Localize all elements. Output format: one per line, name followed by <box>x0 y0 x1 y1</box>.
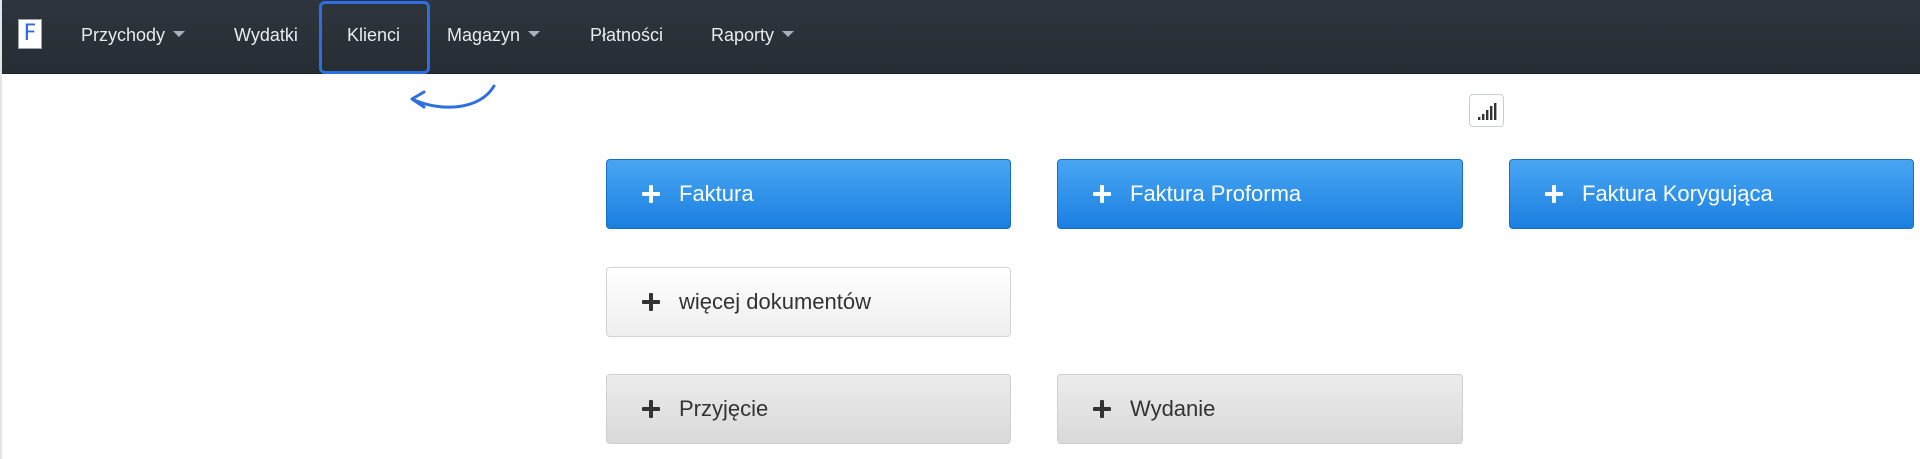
new-correction-invoice-label: Faktura Korygująca <box>1582 181 1773 206</box>
plus-icon <box>1093 185 1111 203</box>
highlight-box <box>319 1 430 74</box>
nav-magazyn[interactable]: Magazyn <box>447 0 541 74</box>
curved-arrow-icon <box>410 84 496 109</box>
more-documents-button[interactable]: więcej dokumentów <box>606 267 1011 337</box>
nav-wydatki-label: Wydatki <box>234 25 298 45</box>
new-issue-button[interactable]: Wydanie <box>1057 374 1463 444</box>
new-invoice-label: Faktura <box>679 181 754 206</box>
new-correction-invoice-button[interactable]: Faktura Korygująca <box>1509 159 1914 229</box>
nav-magazyn-label: Magazyn <box>447 25 521 45</box>
plus-icon <box>642 400 660 418</box>
new-proforma-button[interactable]: Faktura Proforma <box>1057 159 1463 229</box>
bar-chart-icon <box>1478 103 1497 120</box>
new-receipt-label: Przyjęcie <box>679 396 769 421</box>
new-invoice-button[interactable]: Faktura <box>606 159 1011 229</box>
new-proforma-label: Faktura Proforma <box>1130 181 1302 206</box>
top-navbar: F Przychody Wydatki Klienci Magazyn Płat… <box>2 0 1920 74</box>
nav-przychody[interactable]: Przychody <box>81 0 186 74</box>
new-receipt-button[interactable]: Przyjęcie <box>606 374 1011 444</box>
chevron-down-icon <box>173 31 186 38</box>
new-issue-label: Wydanie <box>1130 396 1216 421</box>
nav-raporty[interactable]: Raporty <box>711 0 795 74</box>
nav-wydatki[interactable]: Wydatki <box>234 0 298 74</box>
nav-raporty-label: Raporty <box>711 25 775 45</box>
nav-platnosci-label: Płatności <box>590 25 664 45</box>
plus-icon <box>642 185 660 203</box>
plus-icon <box>642 293 660 311</box>
plus-icon <box>1545 185 1563 203</box>
nav-przychody-label: Przychody <box>81 25 166 45</box>
plus-icon <box>1093 400 1111 418</box>
brand-logo[interactable]: F <box>18 19 42 49</box>
chevron-down-icon <box>528 31 541 38</box>
chevron-down-icon <box>782 31 795 38</box>
stats-button[interactable] <box>1469 94 1504 127</box>
nav-platnosci[interactable]: Płatności <box>590 0 663 74</box>
more-documents-label: więcej dokumentów <box>679 289 871 314</box>
page: F Przychody Wydatki Klienci Magazyn Płat… <box>0 0 1920 459</box>
